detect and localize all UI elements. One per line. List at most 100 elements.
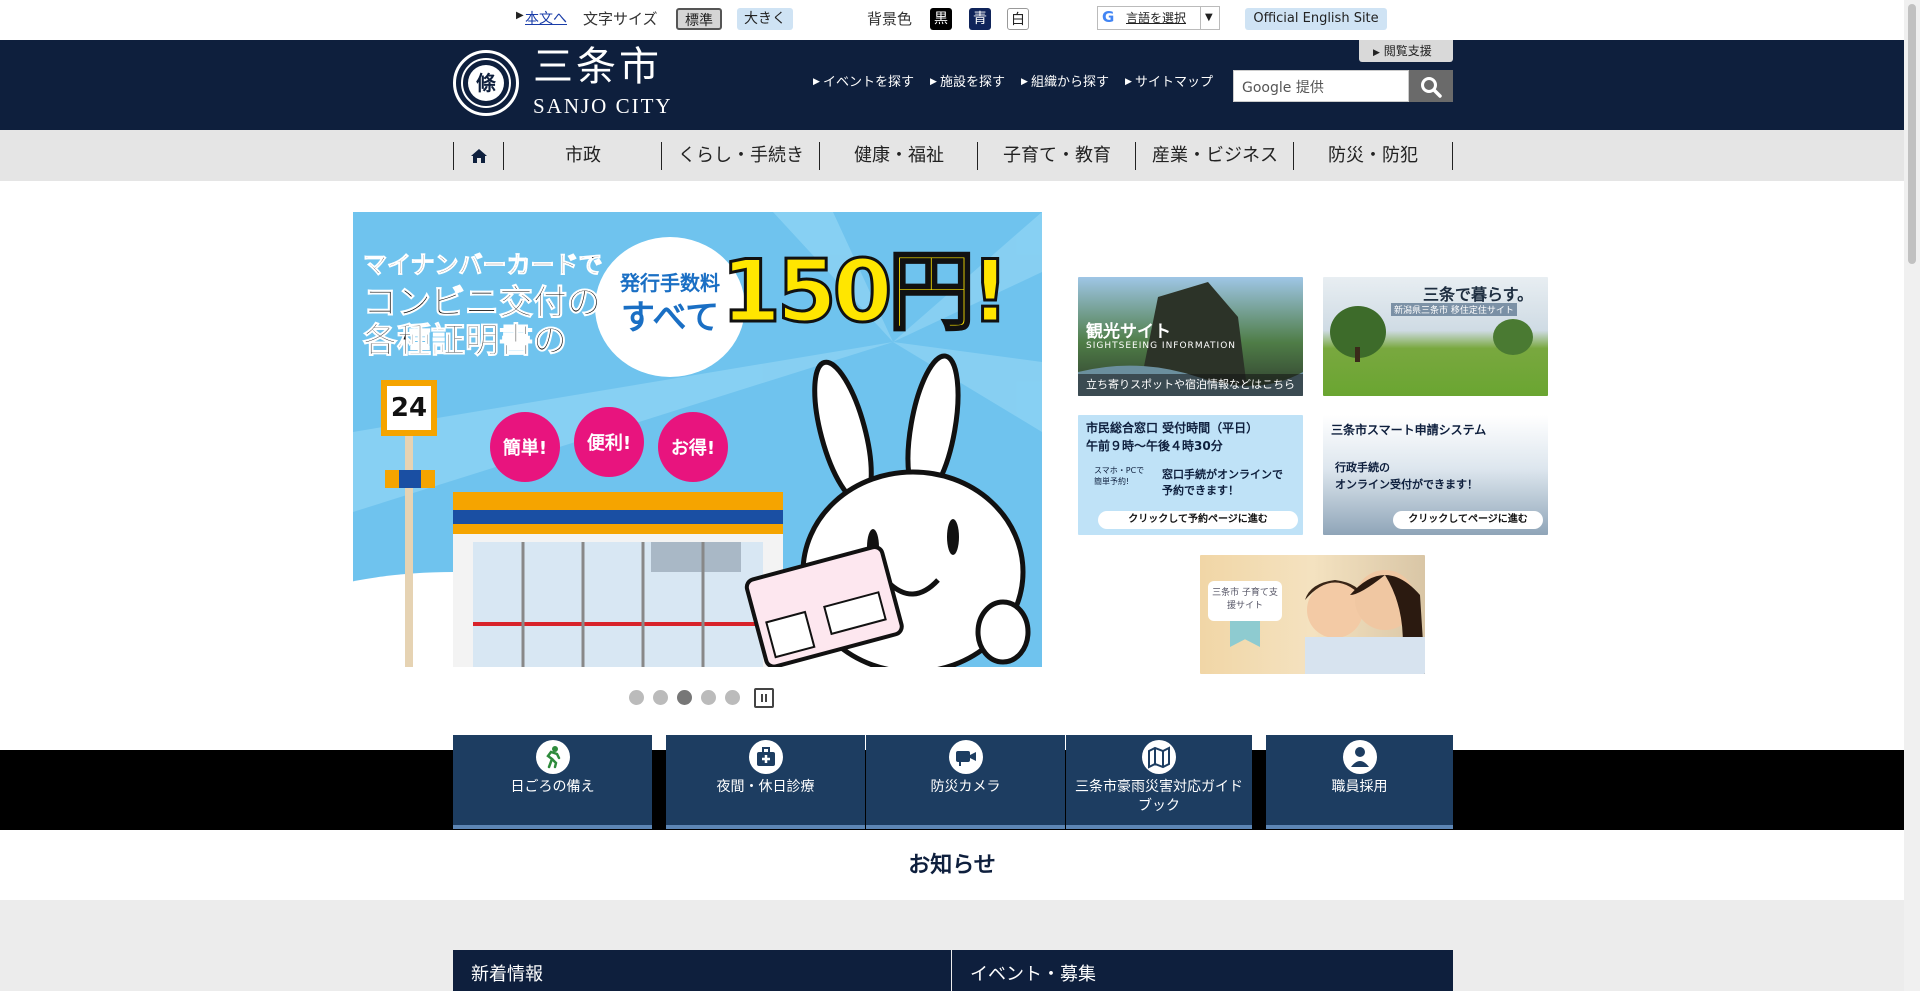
smart-title: 三条市スマート申請システム: [1331, 423, 1487, 437]
reading-support-button[interactable]: ▶ 閲覧支援: [1359, 40, 1453, 62]
bg-black-button[interactable]: 黒: [930, 8, 952, 30]
window-caption: クリックして予約ページに進む: [1098, 511, 1298, 529]
pause-icon: [761, 694, 767, 702]
city-emblem-mark: 條: [468, 65, 504, 101]
quick-link-label: 夜間・休日診療: [716, 779, 815, 795]
slide-dot-4[interactable]: [701, 690, 716, 705]
hero-sign-number: 24: [390, 393, 428, 423]
quick-link-night-clinic[interactable]: 夜間・休日診療: [666, 735, 865, 829]
hero-slide[interactable]: マイナンバーカードで コンビニ交付の 各種証明書の 発行手数料 すべて 150円…: [353, 212, 1042, 667]
sightseeing-subtitle: SIGHTSEEING INFORMATION: [1086, 341, 1237, 351]
quick-link-label: 職員採用: [1331, 779, 1388, 795]
smart-body-2: オンライン受付ができます！: [1335, 478, 1478, 491]
home-button[interactable]: [453, 142, 504, 170]
find-by-organization-link[interactable]: 組織から探す: [1031, 74, 1109, 92]
sightseeing-banner[interactable]: 観光サイト SIGHTSEEING INFORMATION 立ち寄りスポットや宿…: [1078, 277, 1303, 396]
hero-headline: マイナンバーカードで コンビニ交付の 各種証明書の: [363, 246, 604, 361]
city-emblem-logo[interactable]: 條: [453, 50, 519, 116]
slide-dot-2[interactable]: [653, 690, 668, 705]
quick-link-flood-guidebook[interactable]: 三条市豪雨災害対応ガイドブック: [1066, 735, 1252, 829]
sightseeing-caption: 立ち寄りスポットや宿泊情報などはこちら: [1078, 374, 1303, 396]
living-banner[interactable]: 三条で暮らす。 新潟県三条市 移住定住サイト: [1323, 277, 1548, 396]
utility-bar: ▶ 本文へ 文字サイズ 標準 大きく 背景色 黒 青 白 G 言語を選択 ▼ O…: [0, 0, 1904, 40]
medical-kit-icon: [748, 740, 783, 774]
background-color-label: 背景色: [867, 10, 913, 28]
tab-events-recruitment[interactable]: イベント・募集: [952, 950, 1453, 991]
window-title-1: 市民総合窓口 受付時間（平日）: [1086, 421, 1259, 435]
quick-link-disaster-camera[interactable]: 防災カメラ: [866, 735, 1065, 829]
window-reservation-banner[interactable]: 市民総合窓口 受付時間（平日） 午前９時～午後４時30分 スマホ・PCで簡単予約…: [1078, 415, 1303, 535]
sightseeing-title: 観光サイト: [1086, 322, 1171, 342]
nav-city-government[interactable]: 市政: [503, 142, 662, 170]
arrow-right-icon: ▶: [930, 77, 937, 87]
skip-to-content-link[interactable]: 本文へ: [525, 8, 567, 30]
childcare-label: 三条市 子育て支援サイト: [1208, 581, 1282, 621]
home-icon: [471, 149, 487, 163]
window-body-text: 窓口手続がオンラインで予約できます！: [1162, 468, 1283, 497]
map-icon: [1142, 740, 1176, 774]
nav-industry-business[interactable]: 産業・ビジネス: [1135, 142, 1294, 170]
slide-dot-3[interactable]: [677, 690, 692, 705]
hero-line-1: マイナンバーカードで: [363, 251, 604, 280]
search-input[interactable]: Google 提供: [1233, 70, 1409, 102]
smart-caption: クリックしてページに進む: [1393, 511, 1543, 529]
tab-new-information[interactable]: 新着情報: [453, 950, 951, 991]
runner-icon: [535, 740, 570, 774]
font-size-label: 文字サイズ: [583, 10, 658, 28]
quick-link-staff-recruitment[interactable]: 職員採用: [1266, 735, 1453, 829]
quick-link-label: 三条市豪雨災害対応ガイドブック: [1075, 779, 1243, 814]
search-icon: [1421, 77, 1442, 98]
arrow-right-icon: ▶: [516, 10, 524, 21]
quick-link-preparedness[interactable]: 日ごろの備え: [453, 735, 652, 829]
quick-link-label: 防災カメラ: [930, 779, 1001, 795]
living-title: 三条で暮らす。: [1423, 285, 1534, 304]
hero-line-2: コンビニ交付の: [363, 283, 602, 323]
childcare-support-banner[interactable]: 三条市 子育て支援サイト: [1200, 555, 1425, 674]
smart-body-1: 行政手続の: [1335, 461, 1390, 474]
nav-disaster-prevention[interactable]: 防災・防犯: [1293, 142, 1453, 170]
chevron-down-icon: ▼: [1200, 7, 1213, 29]
smart-application-banner[interactable]: 三条市スマート申請システム 行政手続の オンライン受付ができます！ クリックして…: [1323, 415, 1548, 535]
language-select[interactable]: G 言語を選択 ▼: [1097, 6, 1220, 30]
page-scrollbar[interactable]: [1904, 0, 1920, 991]
hero-balloon-2: 便利!: [586, 433, 632, 454]
hero-balloon-3: お得!: [670, 438, 716, 459]
google-icon: G: [1102, 8, 1115, 26]
find-events-link[interactable]: イベントを探す: [823, 74, 914, 92]
window-small-text: スマホ・PCで簡単予約!: [1094, 466, 1145, 486]
reading-support-label: 閲覧支援: [1383, 44, 1432, 58]
person-icon: [1342, 740, 1377, 774]
news-heading: お知らせ: [908, 852, 996, 878]
english-site-link[interactable]: Official English Site: [1245, 8, 1387, 30]
camera-icon: [948, 740, 983, 774]
window-title-2: 午前９時～午後４時30分: [1086, 439, 1223, 453]
living-subtitle: 新潟県三条市 移住定住サイト: [1391, 303, 1517, 316]
sitemap-link[interactable]: サイトマップ: [1135, 74, 1213, 92]
slide-dot-5[interactable]: [725, 690, 740, 705]
quick-link-label: 日ごろの備え: [510, 779, 595, 795]
global-nav: 市政 くらし・手続き 健康・福祉 子育て・教育 産業・ビジネス 防災・防犯: [0, 130, 1904, 181]
find-facilities-link[interactable]: 施設を探す: [940, 74, 1005, 92]
search-button[interactable]: [1409, 70, 1453, 102]
site-header: 條 三条市 SANJO CITY ▶ イベントを探す ▶ 施設を探す ▶ 組織か…: [0, 40, 1904, 130]
arrow-right-icon: ▶: [1021, 77, 1028, 87]
arrow-right-icon: ▶: [1125, 77, 1132, 87]
nav-living-procedures[interactable]: くらし・手続き: [661, 142, 820, 170]
arrow-right-icon: ▶: [813, 77, 820, 87]
hero-balloon-1: 簡単!: [502, 438, 548, 459]
font-large-button[interactable]: 大きく: [737, 8, 793, 30]
logo-kanji: 三条市: [533, 44, 662, 90]
slide-dot-1[interactable]: [629, 690, 644, 705]
hero-price: 150円!: [720, 241, 1012, 344]
pause-button[interactable]: [754, 688, 774, 708]
bg-white-button[interactable]: 白: [1007, 8, 1029, 30]
logo-roman: SANJO CITY: [533, 94, 673, 118]
scrollbar-thumb[interactable]: [1908, 4, 1916, 264]
nav-childcare-education[interactable]: 子育て・教育: [977, 142, 1136, 170]
language-select-label: 言語を選択: [1126, 11, 1187, 25]
arrow-right-icon: ▶: [1373, 48, 1380, 58]
bg-blue-button[interactable]: 青: [969, 8, 991, 30]
hero-line-3: 各種証明書の: [363, 321, 568, 361]
font-standard-button[interactable]: 標準: [676, 8, 722, 30]
nav-health-welfare[interactable]: 健康・福祉: [819, 142, 978, 170]
